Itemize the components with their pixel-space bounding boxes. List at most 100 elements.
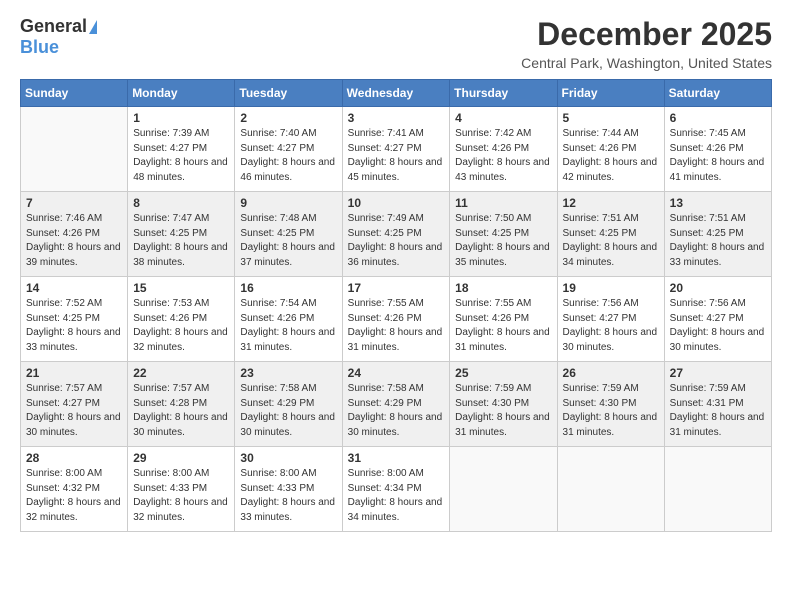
day-number: 19: [563, 281, 659, 295]
day-cell: 19 Sunrise: 7:56 AMSunset: 4:27 PMDayligh…: [557, 277, 664, 362]
day-cell: 23Sunrise: 7:58 AMSunset: 4:29 PMDayligh…: [235, 362, 342, 447]
day-number: 21: [26, 366, 122, 380]
day-info: Sunrise: 7:41 AMSunset: 4:27 PMDaylight:…: [348, 127, 445, 185]
day-number: 11: [455, 196, 551, 210]
day-info: Sunrise: 8:00 AMSunset: 4:34 PMDaylight:…: [348, 467, 445, 525]
day-number: 20: [670, 281, 766, 295]
day-info: Sunrise: 7:57 AMSunset: 4:28 PMDaylight:…: [133, 382, 229, 440]
day-info: Sunrise: 7:52 AMSunset: 4:25 PMDaylight:…: [26, 297, 122, 355]
day-cell: 15Sunrise: 7:53 AMSunset: 4:26 PMDayligh…: [128, 277, 235, 362]
day-info: Sunrise: 7:59 AMSunset: 4:30 PMDaylight:…: [563, 382, 659, 440]
day-cell: [557, 447, 664, 532]
day-number: 3: [348, 111, 445, 125]
day-cell: 10 Sunrise: 7:49 AMSunset: 4:25 PMDayligh…: [342, 192, 450, 277]
day-cell: 14 Sunrise: 7:52 AMSunset: 4:25 PMDayligh…: [21, 277, 128, 362]
day-cell: 29 Sunrise: 8:00 AMSunset: 4:33 PMDayligh…: [128, 447, 235, 532]
day-info: Sunrise: 7:55 AMSunset: 4:26 PMDaylight:…: [455, 297, 551, 355]
day-number: 7: [26, 196, 122, 210]
day-cell: 28 Sunrise: 8:00 AMSunset: 4:32 PMDayligh…: [21, 447, 128, 532]
day-info: Sunrise: 7:44 AMSunset: 4:26 PMDaylight:…: [563, 127, 659, 185]
day-info: Sunrise: 7:47 AMSunset: 4:25 PMDaylight:…: [133, 212, 229, 270]
day-cell: 21 Sunrise: 7:57 AMSunset: 4:27 PMDayligh…: [21, 362, 128, 447]
day-cell: 17 Sunrise: 7:55 AMSunset: 4:26 PMDayligh…: [342, 277, 450, 362]
day-info: Sunrise: 7:54 AMSunset: 4:26 PMDaylight:…: [240, 297, 336, 355]
day-cell: 13 Sunrise: 7:51 AMSunset: 4:25 PMDayligh…: [664, 192, 771, 277]
day-cell: 3 Sunrise: 7:41 AMSunset: 4:27 PMDaylight…: [342, 107, 450, 192]
day-number: 13: [670, 196, 766, 210]
day-info: Sunrise: 7:59 AMSunset: 4:31 PMDaylight:…: [670, 382, 766, 440]
day-info: Sunrise: 7:55 AMSunset: 4:26 PMDaylight:…: [348, 297, 445, 355]
day-info: Sunrise: 7:40 AMSunset: 4:27 PMDaylight:…: [240, 127, 336, 185]
week-row-4: 21 Sunrise: 7:57 AMSunset: 4:27 PMDayligh…: [21, 362, 772, 447]
header-cell-sunday: Sunday: [21, 80, 128, 107]
day-number: 26: [563, 366, 659, 380]
day-number: 12: [563, 196, 659, 210]
day-cell: [450, 447, 557, 532]
day-number: 1: [133, 111, 229, 125]
day-number: 16: [240, 281, 336, 295]
day-cell: [21, 107, 128, 192]
day-number: 27: [670, 366, 766, 380]
day-info: Sunrise: 7:58 AMSunset: 4:29 PMDaylight:…: [348, 382, 445, 440]
day-number: 22: [133, 366, 229, 380]
day-cell: 8 Sunrise: 7:47 AMSunset: 4:25 PMDaylight…: [128, 192, 235, 277]
day-number: 2: [240, 111, 336, 125]
day-cell: 6 Sunrise: 7:45 AMSunset: 4:26 PMDaylight…: [664, 107, 771, 192]
day-info: Sunrise: 8:00 AMSunset: 4:33 PMDaylight:…: [240, 467, 336, 525]
day-cell: 4Sunrise: 7:42 AMSunset: 4:26 PMDaylight…: [450, 107, 557, 192]
day-info: Sunrise: 7:51 AMSunset: 4:25 PMDaylight:…: [563, 212, 659, 270]
day-info: Sunrise: 7:58 AMSunset: 4:29 PMDaylight:…: [240, 382, 336, 440]
header-cell-tuesday: Tuesday: [235, 80, 342, 107]
day-number: 6: [670, 111, 766, 125]
day-info: Sunrise: 7:59 AMSunset: 4:30 PMDaylight:…: [455, 382, 551, 440]
header: General Blue December 2025 Central Park,…: [20, 16, 772, 71]
day-number: 18: [455, 281, 551, 295]
header-row: SundayMondayTuesdayWednesdayThursdayFrid…: [21, 80, 772, 107]
day-cell: 18 Sunrise: 7:55 AMSunset: 4:26 PMDayligh…: [450, 277, 557, 362]
month-title: December 2025: [521, 16, 772, 53]
page: General Blue December 2025 Central Park,…: [0, 0, 792, 612]
header-cell-monday: Monday: [128, 80, 235, 107]
title-area: December 2025 Central Park, Washington, …: [521, 16, 772, 71]
day-cell: 24Sunrise: 7:58 AMSunset: 4:29 PMDayligh…: [342, 362, 450, 447]
day-info: Sunrise: 7:46 AMSunset: 4:26 PMDaylight:…: [26, 212, 122, 270]
day-number: 8: [133, 196, 229, 210]
day-cell: 20Sunrise: 7:56 AMSunset: 4:27 PMDayligh…: [664, 277, 771, 362]
day-info: Sunrise: 7:56 AMSunset: 4:27 PMDaylight:…: [563, 297, 659, 355]
day-info: Sunrise: 7:50 AMSunset: 4:25 PMDaylight:…: [455, 212, 551, 270]
day-info: Sunrise: 7:51 AMSunset: 4:25 PMDaylight:…: [670, 212, 766, 270]
week-row-3: 14 Sunrise: 7:52 AMSunset: 4:25 PMDayligh…: [21, 277, 772, 362]
day-cell: 31 Sunrise: 8:00 AMSunset: 4:34 PMDayligh…: [342, 447, 450, 532]
day-number: 9: [240, 196, 336, 210]
header-cell-wednesday: Wednesday: [342, 80, 450, 107]
day-number: 5: [563, 111, 659, 125]
day-cell: [664, 447, 771, 532]
day-info: Sunrise: 7:57 AMSunset: 4:27 PMDaylight:…: [26, 382, 122, 440]
day-info: Sunrise: 8:00 AMSunset: 4:32 PMDaylight:…: [26, 467, 122, 525]
day-info: Sunrise: 7:42 AMSunset: 4:26 PMDaylight:…: [455, 127, 551, 185]
location-title: Central Park, Washington, United States: [521, 55, 772, 71]
day-number: 31: [348, 451, 445, 465]
day-cell: 12 Sunrise: 7:51 AMSunset: 4:25 PMDayligh…: [557, 192, 664, 277]
day-info: Sunrise: 7:48 AMSunset: 4:25 PMDaylight:…: [240, 212, 336, 270]
day-cell: 7 Sunrise: 7:46 AMSunset: 4:26 PMDaylight…: [21, 192, 128, 277]
day-number: 28: [26, 451, 122, 465]
day-cell: 30 Sunrise: 8:00 AMSunset: 4:33 PMDayligh…: [235, 447, 342, 532]
day-number: 15: [133, 281, 229, 295]
day-number: 30: [240, 451, 336, 465]
logo: General Blue: [20, 16, 97, 58]
day-cell: 26 Sunrise: 7:59 AMSunset: 4:30 PMDayligh…: [557, 362, 664, 447]
logo-blue: Blue: [20, 37, 59, 58]
day-info: Sunrise: 8:00 AMSunset: 4:33 PMDaylight:…: [133, 467, 229, 525]
day-number: 17: [348, 281, 445, 295]
day-info: Sunrise: 7:49 AMSunset: 4:25 PMDaylight:…: [348, 212, 445, 270]
day-cell: 22 Sunrise: 7:57 AMSunset: 4:28 PMDayligh…: [128, 362, 235, 447]
day-cell: 5 Sunrise: 7:44 AMSunset: 4:26 PMDaylight…: [557, 107, 664, 192]
day-info: Sunrise: 7:39 AMSunset: 4:27 PMDaylight:…: [133, 127, 229, 185]
day-info: Sunrise: 7:45 AMSunset: 4:26 PMDaylight:…: [670, 127, 766, 185]
day-cell: 2 Sunrise: 7:40 AMSunset: 4:27 PMDaylight…: [235, 107, 342, 192]
day-number: 29: [133, 451, 229, 465]
day-number: 10: [348, 196, 445, 210]
calendar: SundayMondayTuesdayWednesdayThursdayFrid…: [20, 79, 772, 532]
day-number: 14: [26, 281, 122, 295]
